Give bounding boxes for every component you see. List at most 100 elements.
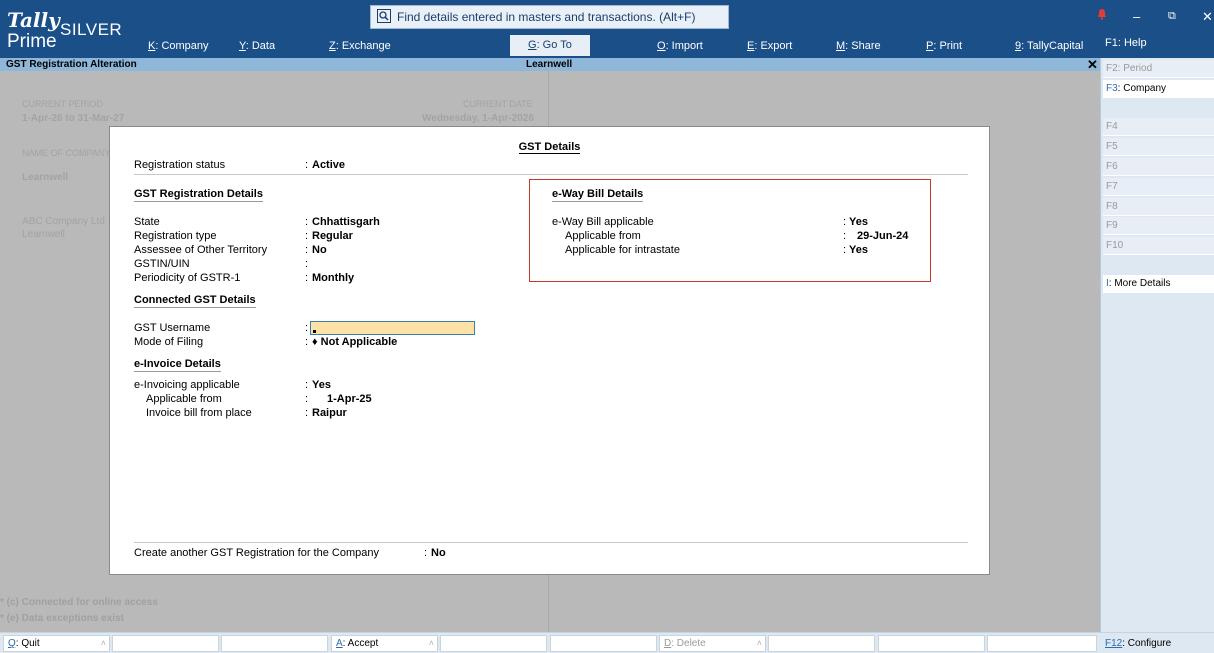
bottom-button-bar: Q: Quit ˄ A: Accept ˄ D: Delete ˄ F12: Conf…	[0, 632, 1214, 653]
menu-exchange[interactable]: Z: Exchange	[329, 37, 391, 55]
colon: :	[305, 159, 309, 171]
help-button[interactable]: F1: Help	[1105, 37, 1147, 49]
assessee-other-territory-value[interactable]: No	[312, 244, 327, 256]
colon: :	[843, 244, 847, 256]
create-another-registration-value[interactable]: No	[431, 547, 446, 559]
einvoice-details-heading: e-Invoice Details	[134, 358, 221, 372]
create-another-registration-label: Create another GST Registration for the …	[134, 547, 379, 559]
current-period-label: CURRENT PERIOD	[22, 99, 103, 109]
quit-button[interactable]: Q: Quit ˄	[3, 635, 110, 652]
fkey-f6: F6	[1103, 158, 1214, 176]
bottom-slot-10	[987, 635, 1097, 652]
gst-username-input[interactable]	[310, 321, 475, 335]
background-company-name: Learnwell	[22, 172, 69, 183]
dialog-title: GST Details	[518, 141, 581, 154]
restore-icon[interactable]: ⧉	[1168, 10, 1176, 23]
menu-share[interactable]: M: Share	[836, 37, 881, 55]
menu-export[interactable]: E: Export	[747, 37, 792, 55]
ewaybill-applicable-from-label: Applicable from	[565, 230, 641, 242]
fkey-period[interactable]: F2: Period	[1103, 60, 1214, 78]
colon: :	[305, 216, 309, 228]
state-value[interactable]: Chhattisgarh	[312, 216, 380, 228]
menu-tallycapital[interactable]: 9: TallyCapital	[1015, 37, 1083, 55]
ewaybill-applicable-from-value[interactable]: 29-Jun-24	[857, 230, 908, 242]
search-box[interactable]: Find details entered in masters and tran…	[370, 5, 729, 29]
assessee-other-territory-label: Assessee of Other Territory	[134, 244, 268, 256]
colon: :	[843, 230, 847, 242]
colon: :	[305, 336, 309, 348]
menu-company[interactable]: K: Company	[148, 37, 209, 55]
bottom-slot-9	[878, 635, 985, 652]
ewaybill-applicable-label: e-Way Bill applicable	[552, 216, 654, 228]
colon: :	[305, 244, 309, 256]
mode-of-filing-value[interactable]: ♦ Not Applicable	[312, 336, 397, 348]
colon: :	[305, 272, 309, 284]
einvoice-applicable-from-label: Applicable from	[146, 393, 222, 405]
invoice-bill-from-place-label: Invoice bill from place	[146, 407, 252, 419]
connected-gst-details-heading: Connected GST Details	[134, 294, 256, 308]
colon: :	[424, 547, 428, 559]
search-placeholder: Find details entered in masters and tran…	[397, 10, 696, 24]
divider-line	[134, 174, 968, 175]
periodicity-label: Periodicity of GSTR-1	[134, 272, 241, 284]
gst-username-label: GST Username	[134, 322, 211, 334]
bottom-slot-2	[112, 635, 219, 652]
einvoicing-applicable-value[interactable]: Yes	[312, 379, 331, 391]
periodicity-value[interactable]: Monthly	[312, 272, 354, 284]
invoice-bill-from-place-value[interactable]: Raipur	[312, 407, 347, 419]
colon: :	[305, 258, 309, 270]
fkey-f4: F4	[1103, 118, 1214, 136]
ewaybill-intrastate-value[interactable]: Yes	[849, 244, 868, 256]
current-period-value: 1-Apr-26 to 31-Mar-27	[22, 113, 125, 124]
einvoicing-applicable-label: e-Invoicing applicable	[134, 379, 240, 391]
menu-import[interactable]: O: Import	[657, 37, 703, 55]
menu-print[interactable]: P: Print	[926, 37, 962, 55]
colon: :	[305, 393, 309, 405]
screen-title: GST Registration Alteration	[6, 59, 137, 70]
company-title: Learnwell	[526, 59, 573, 70]
menu-data[interactable]: Y: Data	[239, 37, 275, 55]
fkey-f8: F8	[1103, 198, 1214, 216]
bottom-slot-6	[550, 635, 657, 652]
accept-button[interactable]: A: Accept ˄	[331, 635, 438, 652]
minimize-icon[interactable]: –	[1133, 9, 1140, 24]
search-icon	[377, 8, 391, 26]
ewaybill-applicable-value[interactable]: Yes	[849, 216, 868, 228]
menu-goto[interactable]: G: Go To	[510, 35, 590, 56]
top-bar: Tally SILVER Prime Find details entered …	[0, 0, 1214, 58]
background-company-list-item: ABC Company Ltd	[22, 216, 105, 227]
registration-type-label: Registration type	[134, 230, 217, 242]
fkey-f9: F9	[1103, 217, 1214, 235]
fkey-company[interactable]: F3: Company	[1103, 80, 1214, 98]
bottom-slot-3	[221, 635, 328, 652]
colon: :	[305, 379, 309, 391]
registration-type-value[interactable]: Regular	[312, 230, 353, 242]
notification-icon[interactable]	[1097, 8, 1107, 23]
registration-status-label: Registration status	[134, 159, 226, 171]
gst-registration-details-heading: GST Registration Details	[134, 188, 263, 202]
current-date-value: Wednesday, 1-Apr-2026	[422, 113, 534, 124]
bottom-slot-8	[768, 635, 875, 652]
colon: :	[305, 230, 309, 242]
einvoice-applicable-from-value[interactable]: 1-Apr-25	[327, 393, 372, 405]
fkey-f7: F7	[1103, 178, 1214, 196]
gstin-label: GSTIN/UIN	[134, 258, 190, 270]
close-window-icon[interactable]: ✕	[1202, 9, 1213, 25]
state-label: State	[134, 216, 160, 228]
footnote-exceptions: * (e) Data exceptions exist	[0, 613, 124, 624]
delete-button[interactable]: D: Delete ˄	[659, 635, 766, 652]
divider-line	[134, 542, 968, 543]
registration-status-value[interactable]: Active	[312, 159, 345, 171]
main-menu: K: Company Y: Data Z: Exchange G: Go To …	[0, 35, 1100, 56]
logo-tally: Tally	[7, 8, 60, 32]
fkey-more-details[interactable]: I: More Details	[1103, 275, 1214, 293]
mode-of-filing-label: Mode of Filing	[134, 336, 204, 348]
bottom-slot-5	[440, 635, 547, 652]
name-of-company-label: NAME OF COMPANY	[22, 148, 111, 158]
ewaybill-intrastate-label: Applicable for intrastate	[565, 244, 680, 256]
configure-button[interactable]: F12: Configure	[1100, 635, 1213, 652]
screen-title-bar: GST Registration Alteration Learnwell	[0, 58, 1100, 71]
background-company-list-item: Learnwell	[22, 229, 65, 240]
fkey-f5: F5	[1103, 138, 1214, 156]
gst-details-dialog: GST Details Registration status : Active…	[109, 126, 990, 575]
